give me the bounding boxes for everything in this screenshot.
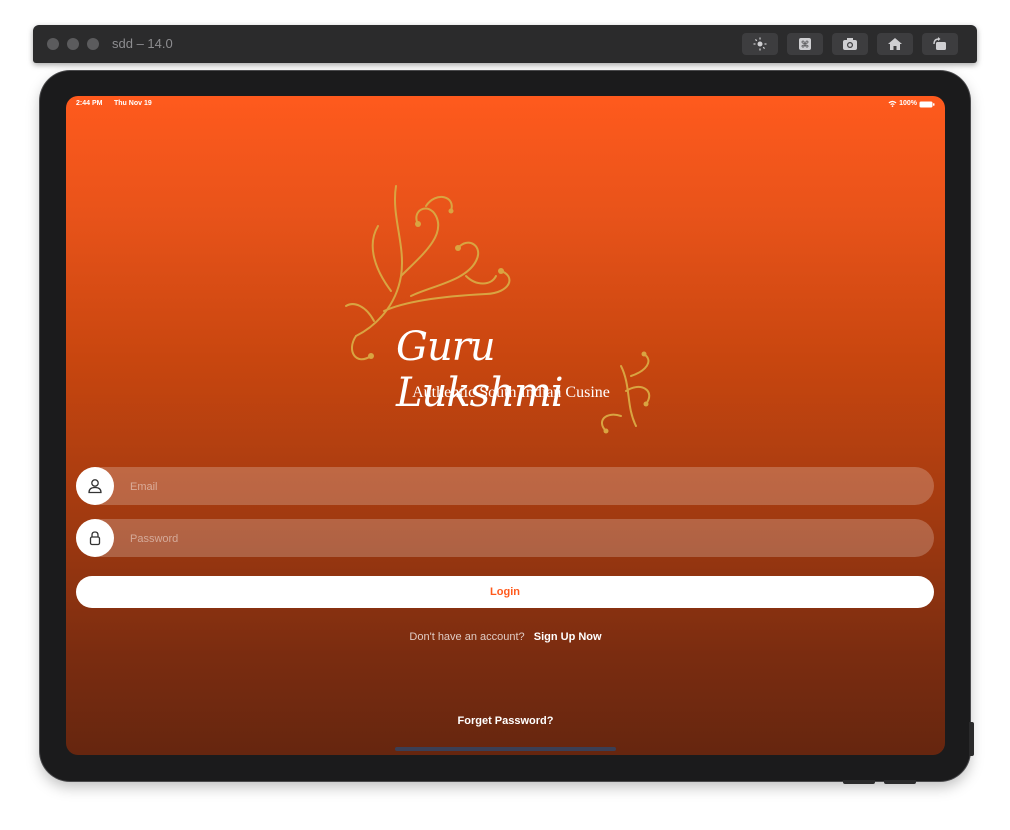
signup-link[interactable]: Sign Up Now	[534, 631, 602, 643]
brand-name: Guru Lukshmi	[396, 324, 564, 416]
status-right: 100%	[888, 100, 917, 107]
svg-text:⌘: ⌘	[801, 41, 810, 51]
rotate-button[interactable]	[922, 33, 958, 55]
lock-icon	[89, 531, 101, 546]
wifi-icon	[888, 100, 897, 107]
forget-password-link[interactable]: Forget Password?	[66, 715, 945, 727]
home-icon	[888, 38, 902, 50]
battery-percent: 100%	[899, 100, 917, 107]
screenshot-icon	[843, 38, 857, 50]
brightness-icon	[753, 37, 767, 51]
app-screen: 2:44 PM Thu Nov 19 100% Guru Lukshmi Aut…	[66, 96, 945, 755]
rotate-icon	[933, 37, 946, 50]
user-icon-badge	[76, 467, 114, 505]
signup-prompt: Don't have an account?	[409, 631, 525, 643]
lock-icon-badge	[76, 519, 114, 557]
password-input[interactable]	[128, 519, 912, 559]
brightness-button[interactable]	[742, 33, 778, 55]
home-button[interactable]	[877, 33, 913, 55]
volume-button-2	[884, 780, 916, 784]
zoom-window-button[interactable]	[87, 38, 99, 50]
password-field-container	[76, 519, 934, 559]
login-button[interactable]: Login	[76, 576, 934, 608]
user-icon	[88, 479, 102, 494]
home-indicator[interactable]	[395, 747, 616, 751]
status-date: Thu Nov 19	[114, 100, 152, 107]
email-input[interactable]	[128, 467, 912, 507]
screenshot-button[interactable]	[832, 33, 868, 55]
signup-row: Don't have an account? Sign Up Now	[66, 631, 945, 643]
brand-tagline: Authentic South Indian Cusine	[412, 384, 610, 401]
close-window-button[interactable]	[47, 38, 59, 50]
side-button	[969, 722, 974, 756]
status-time: 2:44 PM	[76, 100, 103, 107]
shortcut-button[interactable]: ⌘	[787, 33, 823, 55]
simulator-title: sdd – 14.0	[112, 36, 173, 51]
command-icon: ⌘	[799, 38, 811, 51]
email-field-container	[76, 467, 934, 507]
battery-icon	[919, 101, 935, 108]
minimize-window-button[interactable]	[67, 38, 79, 50]
volume-button-1	[843, 780, 875, 784]
simulator-toolbar: sdd – 14.0 ⌘	[33, 25, 977, 63]
